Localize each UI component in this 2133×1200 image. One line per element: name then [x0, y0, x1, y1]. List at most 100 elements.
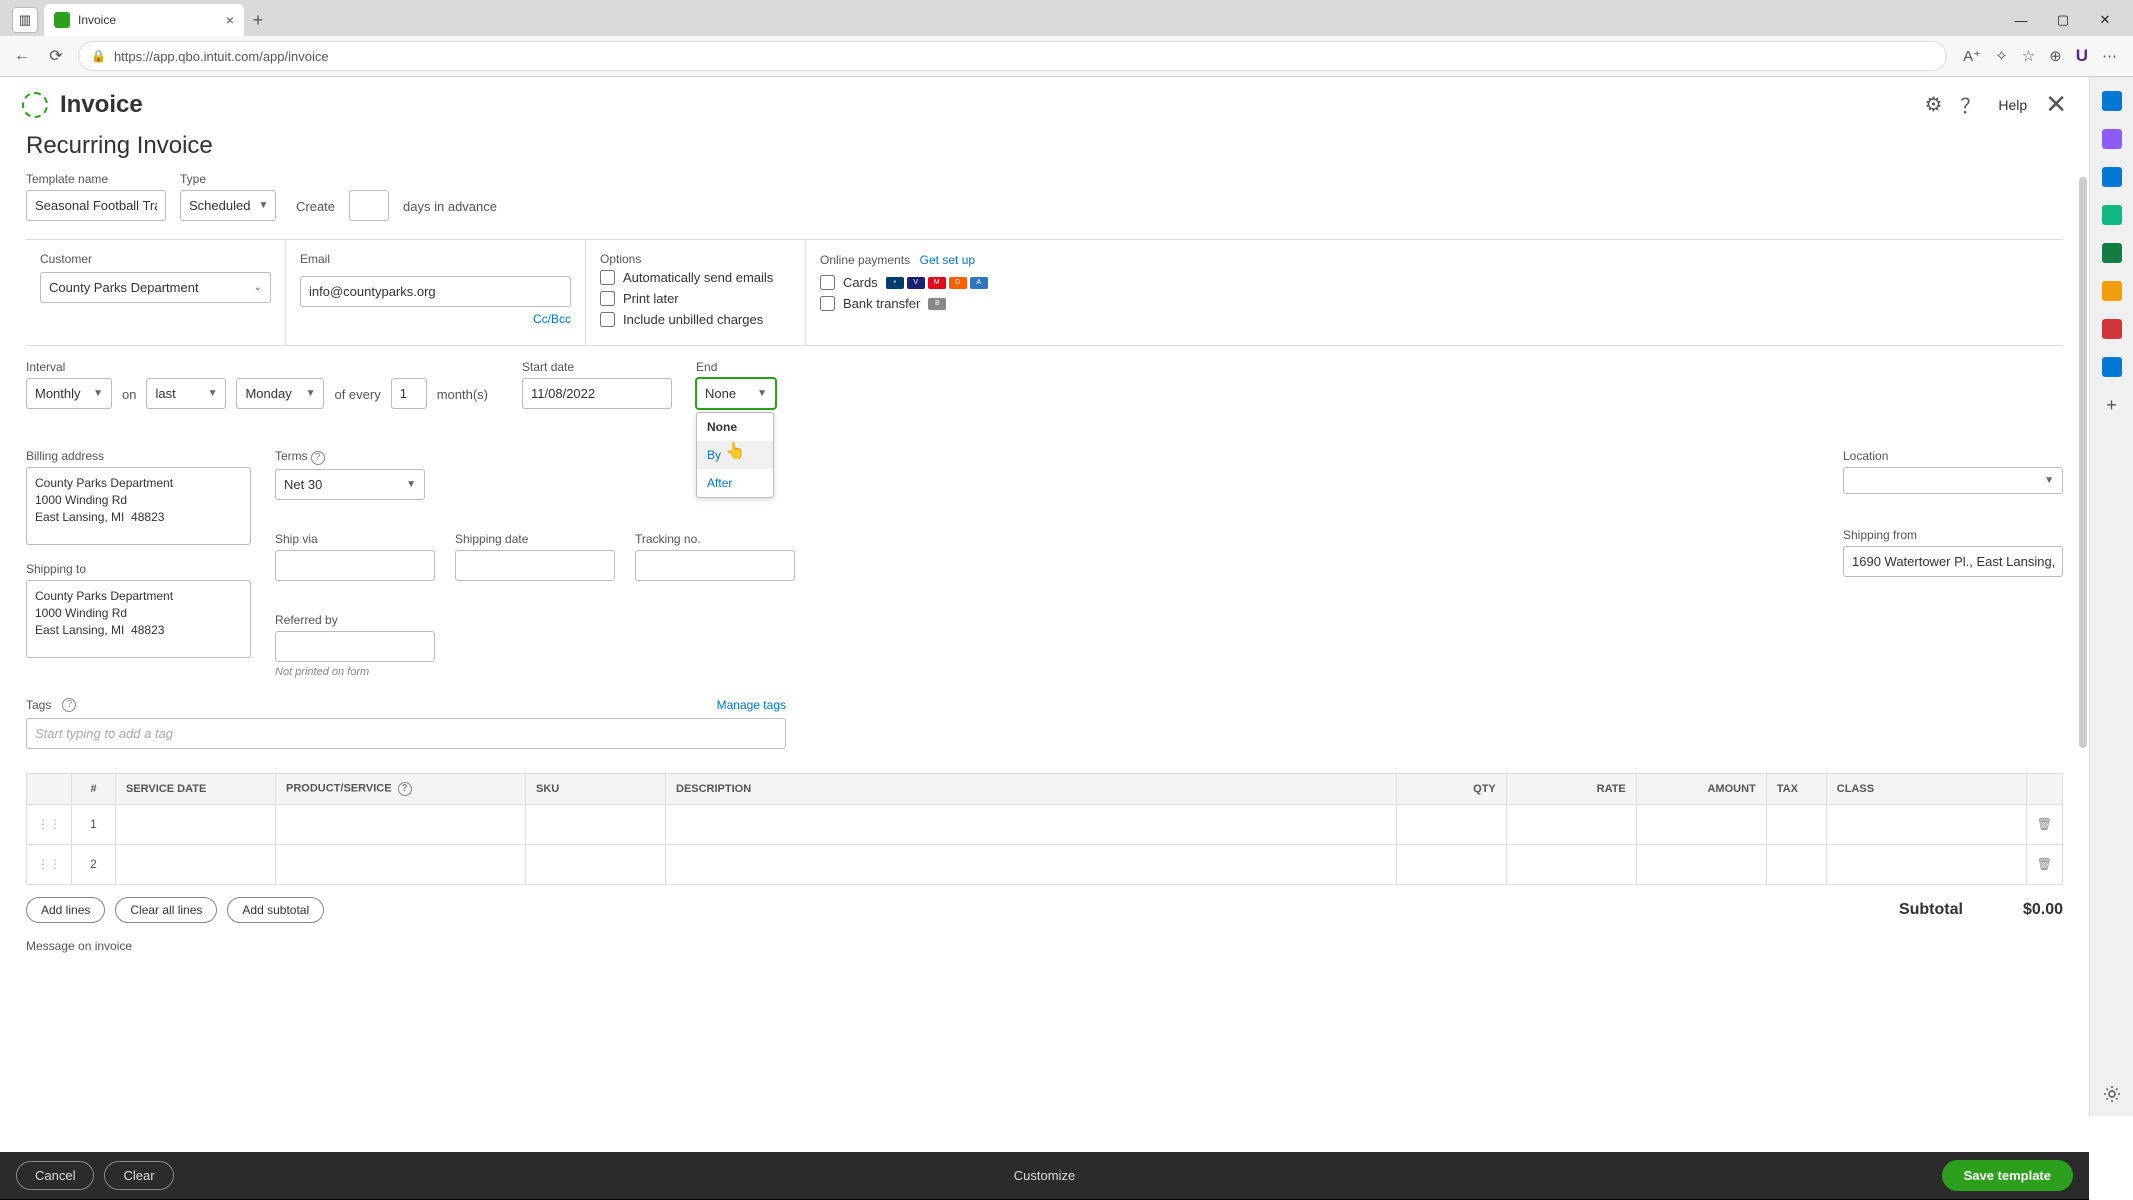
- close-panel-icon[interactable]: ✕: [2045, 89, 2067, 120]
- shipping-to-input[interactable]: [26, 580, 251, 658]
- day-name-select[interactable]: Monday▼: [236, 378, 324, 409]
- excel-rail-icon[interactable]: [2102, 243, 2122, 263]
- read-aloud-icon[interactable]: A⁺: [1963, 47, 1981, 65]
- email-label: Email: [300, 252, 571, 266]
- table-row[interactable]: ⋮⋮1🗑: [27, 804, 2063, 844]
- clear-lines-button[interactable]: Clear all lines: [115, 897, 217, 923]
- table-row[interactable]: ⋮⋮2 🗑: [27, 844, 2063, 884]
- collections-icon[interactable]: ⊕: [2049, 47, 2062, 65]
- caret-down-icon: ⌄: [254, 282, 262, 293]
- shipvia-input[interactable]: [275, 550, 435, 581]
- end-label: End: [696, 360, 776, 374]
- rail-icon[interactable]: [2102, 281, 2122, 301]
- referred-input[interactable]: [275, 631, 435, 662]
- office-rail-icon[interactable]: [2102, 319, 2122, 339]
- cards-checkbox[interactable]: [820, 275, 835, 290]
- bank-checkbox[interactable]: [820, 296, 835, 311]
- th-amount: AMOUNT: [1636, 773, 1766, 804]
- create-label: Create: [296, 199, 335, 214]
- interval-label: Interval: [26, 360, 112, 374]
- options-label: Options: [600, 252, 791, 266]
- help-q-icon[interactable]: ?: [62, 698, 76, 712]
- start-date-input[interactable]: [522, 378, 672, 409]
- new-tab-button[interactable]: +: [244, 6, 272, 34]
- row-number: 2: [72, 844, 116, 884]
- billing-address-input[interactable]: [26, 467, 251, 545]
- interval-select[interactable]: Monthly▼: [26, 378, 112, 409]
- tags-input[interactable]: [26, 718, 786, 749]
- search-rail-icon[interactable]: [2102, 91, 2122, 111]
- rail-icon[interactable]: [2102, 167, 2122, 187]
- template-name-input[interactable]: [26, 190, 166, 221]
- end-option-after[interactable]: After: [697, 469, 773, 497]
- refresh-button[interactable]: ⟳: [44, 44, 68, 68]
- menu-icon[interactable]: ⋯: [2102, 47, 2117, 65]
- delete-row-icon[interactable]: 🗑: [2026, 844, 2062, 884]
- subtotal-label: Subtotal: [1899, 901, 1963, 919]
- manage-tags-link[interactable]: Manage tags: [717, 698, 786, 712]
- help-icon[interactable]: ？: [1960, 90, 1980, 119]
- browser-chrome: ▥ Invoice × + — ▢ ✕ ← ⟳ 🔒 https://app.qb…: [0, 0, 2133, 77]
- location-select[interactable]: ▼: [1843, 467, 2063, 494]
- help-q-icon[interactable]: ?: [398, 782, 412, 796]
- settings-rail-icon[interactable]: [2102, 1084, 2122, 1104]
- invoice-logo-icon: [22, 92, 48, 118]
- terms-select[interactable]: Net 30▼: [275, 469, 425, 500]
- cancel-button[interactable]: Cancel: [16, 1161, 94, 1190]
- location-label: Location: [1843, 449, 2063, 463]
- back-button[interactable]: ←: [10, 44, 34, 68]
- section-title: Recurring Invoice: [26, 132, 2063, 160]
- clear-button[interactable]: Clear: [104, 1161, 173, 1190]
- drag-handle-icon[interactable]: ⋮⋮: [27, 804, 72, 844]
- shopping-icon[interactable]: ✧: [1995, 47, 2008, 65]
- add-lines-button[interactable]: Add lines: [26, 897, 105, 923]
- caret-down-icon: ▼: [93, 388, 103, 399]
- browser-tab[interactable]: Invoice ×: [44, 4, 244, 36]
- payments-setup-link[interactable]: Get set up: [920, 253, 975, 267]
- save-template-button[interactable]: Save template: [1942, 1160, 2073, 1191]
- auto-email-checkbox[interactable]: [600, 270, 615, 285]
- help-q-icon[interactable]: ?: [311, 451, 325, 465]
- shipdate-input[interactable]: [455, 550, 615, 581]
- referred-hint: Not printed on form: [275, 666, 435, 678]
- customer-select[interactable]: County Parks Department⌄: [40, 272, 271, 303]
- maximize-button[interactable]: ▢: [2043, 6, 2083, 34]
- unbilled-checkbox[interactable]: [600, 312, 615, 327]
- email-input[interactable]: [300, 276, 571, 307]
- end-select[interactable]: None▼: [696, 378, 776, 409]
- ccbcc-link[interactable]: Cc/Bcc: [533, 312, 571, 326]
- add-subtotal-button[interactable]: Add subtotal: [227, 897, 324, 923]
- type-select[interactable]: Scheduled▼: [180, 190, 276, 221]
- rail-icon[interactable]: [2102, 129, 2122, 149]
- favorite-icon[interactable]: ☆: [2022, 47, 2035, 65]
- delete-row-icon[interactable]: 🗑: [2026, 804, 2062, 844]
- tab-title: Invoice: [78, 13, 116, 27]
- settings-gear-icon[interactable]: ⚙: [1924, 92, 1942, 117]
- caret-down-icon: ▼: [757, 388, 767, 399]
- add-rail-icon[interactable]: +: [2102, 395, 2122, 415]
- scrollbar[interactable]: [2079, 177, 2087, 748]
- days-suffix: days in advance: [403, 199, 497, 214]
- url-field[interactable]: 🔒 https://app.qbo.intuit.com/app/invoice: [78, 41, 1947, 71]
- print-later-checkbox[interactable]: [600, 291, 615, 306]
- referred-label: Referred by: [275, 613, 435, 627]
- days-advance-input[interactable]: [349, 190, 389, 221]
- shipdate-label: Shipping date: [455, 532, 615, 546]
- tab-actions-icon[interactable]: ▥: [12, 7, 38, 33]
- every-count-input[interactable]: [391, 378, 427, 409]
- profile-icon[interactable]: U: [2076, 46, 2088, 66]
- rail-icon[interactable]: [2102, 205, 2122, 225]
- payments-label: Online payments: [820, 253, 910, 267]
- tab-close-icon[interactable]: ×: [226, 12, 234, 28]
- customize-link[interactable]: Customize: [1014, 1168, 1075, 1183]
- close-window-button[interactable]: ✕: [2085, 6, 2125, 34]
- shipfrom-input[interactable]: [1843, 546, 2063, 577]
- help-label[interactable]: Help: [1998, 97, 2027, 113]
- minimize-button[interactable]: —: [2001, 6, 2041, 34]
- th-desc: DESCRIPTION: [666, 773, 1397, 804]
- drag-handle-icon[interactable]: ⋮⋮: [27, 844, 72, 884]
- day-position-select[interactable]: last▼: [146, 378, 226, 409]
- outlook-rail-icon[interactable]: [2102, 357, 2122, 377]
- tracking-input[interactable]: [635, 550, 795, 581]
- end-option-none[interactable]: None: [697, 413, 773, 441]
